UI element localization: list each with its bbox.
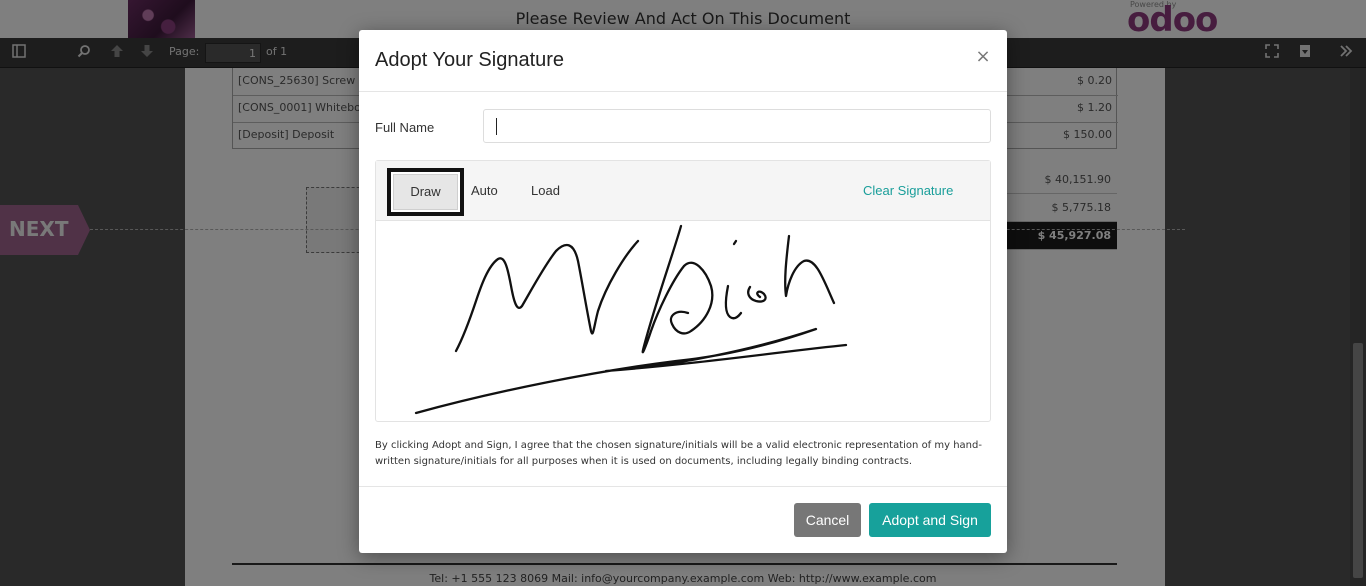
tab-draw-focus: Draw bbox=[387, 168, 464, 216]
signature-stroke bbox=[454, 239, 640, 353]
header-divider bbox=[359, 91, 1007, 92]
full-name-label: Full Name bbox=[375, 120, 435, 135]
dialog-title: Adopt Your Signature bbox=[375, 49, 565, 71]
tab-load[interactable]: Load bbox=[531, 183, 560, 198]
signature-stroke bbox=[414, 327, 848, 415]
signature-stroke bbox=[724, 284, 743, 320]
signature-stroke bbox=[732, 239, 738, 246]
signature-stroke bbox=[747, 285, 767, 303]
legal-notice: By clicking Adopt and Sign, I agree that… bbox=[375, 440, 982, 467]
text-caret bbox=[496, 118, 497, 135]
clear-signature-link[interactable]: Clear Signature bbox=[863, 183, 953, 198]
adopt-signature-dialog: Adopt Your Signature × Full Name Draw Au… bbox=[359, 30, 1007, 553]
cancel-button[interactable]: Cancel bbox=[794, 503, 861, 537]
signature-stroke bbox=[641, 224, 714, 354]
tab-draw[interactable]: Draw bbox=[393, 174, 458, 210]
tab-auto[interactable]: Auto bbox=[471, 183, 498, 198]
signature-stroke bbox=[784, 234, 836, 305]
adopt-and-sign-button[interactable]: Adopt and Sign bbox=[869, 503, 991, 537]
full-name-input[interactable] bbox=[483, 109, 991, 143]
close-icon[interactable]: × bbox=[973, 46, 993, 68]
signature-panel: Draw Auto Load Clear Signature bbox=[375, 160, 991, 422]
footer-divider bbox=[359, 486, 1007, 487]
signature-canvas[interactable] bbox=[376, 221, 990, 421]
signature-mode-tabs: Draw Auto Load Clear Signature bbox=[376, 161, 990, 221]
